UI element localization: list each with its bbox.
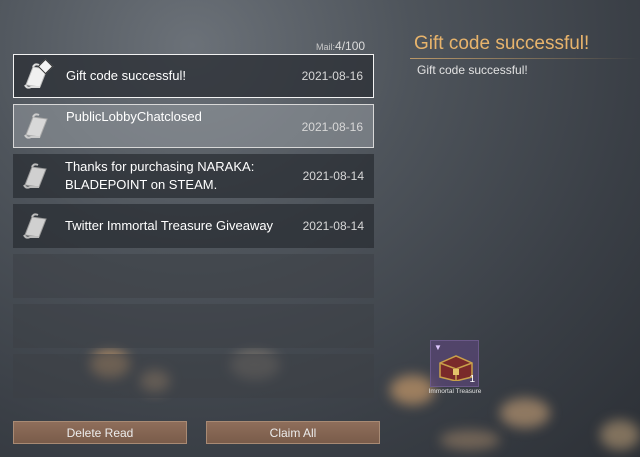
mail-count-label: Mail: [316,42,336,52]
scroll-icon [13,154,57,198]
mail-item[interactable]: Twitter Immortal Treasure Giveaway 2021-… [13,204,374,248]
scroll-icon [13,204,57,248]
scroll-icon [14,105,58,147]
mail-count: Mail:4/100 [316,39,365,53]
claim-all-button[interactable]: Claim All [206,421,380,444]
divider [410,58,640,59]
mail-date: 2021-08-14 [302,169,364,183]
mail-list: Gift code successful! 2021-08-16 PublicL… [13,54,374,404]
mail-item[interactable]: Thanks for purchasing NARAKA: BLADEPOINT… [13,154,374,198]
mail-date: 2021-08-16 [301,69,363,83]
mail-item[interactable]: PublicLobbyChatclosed 2021-08-16 [13,104,374,148]
empty-mail-slot [13,304,374,348]
empty-mail-slot [13,254,374,298]
mail-title: Thanks for purchasing NARAKA: BLADEPOINT… [65,159,255,192]
mail-date: 2021-08-14 [302,219,364,233]
mail-count-value: 4/100 [335,39,366,53]
mail-item[interactable]: Gift code successful! 2021-08-16 [13,54,374,98]
delete-read-button[interactable]: Delete Read [13,421,187,444]
attachment-quantity: 1 [469,374,475,385]
attachment-name: Immortal Treasure [428,388,482,395]
mail-date: 2021-08-16 [301,120,363,134]
mail-detail-body: Gift code successful! [417,63,528,77]
attachment-item[interactable]: ▼ 1 [430,340,479,387]
scroll-icon [14,55,58,97]
empty-mail-slot [13,354,374,398]
mail-detail-title: Gift code successful! [414,33,590,54]
